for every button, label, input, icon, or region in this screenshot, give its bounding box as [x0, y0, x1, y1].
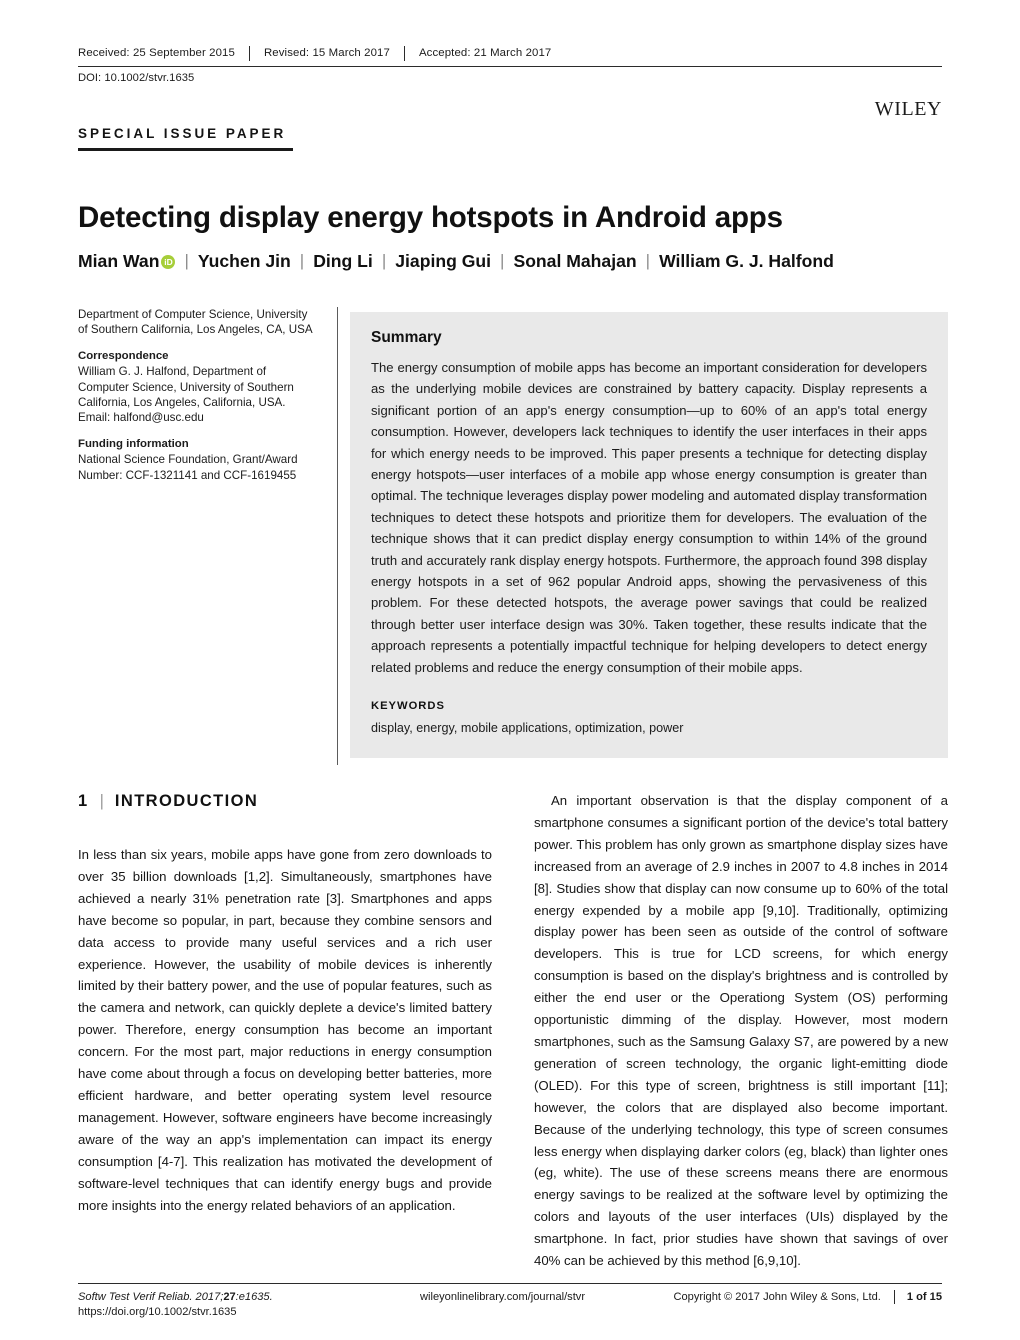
paper-page: Received: 25 September 2015 Revised: 15 …: [0, 0, 1020, 1340]
author-2: Yuchen Jin: [198, 249, 291, 273]
author-separator: |: [381, 251, 387, 270]
correspondence-label: Correspondence: [78, 349, 169, 362]
funding-label: Funding information: [78, 437, 189, 450]
intro-paragraph-right: An important observation is that the dis…: [534, 793, 948, 1269]
received-date: Received: 25 September 2015: [78, 47, 235, 59]
affiliation-text: Department of Computer Science, Universi…: [78, 308, 313, 337]
author-name-text: Jiaping Gui: [395, 251, 492, 271]
article-history-bar: Received: 25 September 2015 Revised: 15 …: [78, 46, 942, 61]
author-5: Sonal Mahajan: [513, 249, 636, 273]
footer-journal-name: Softw Test Verif Reliab. 2017;: [78, 1291, 224, 1303]
affiliation-block: Department of Computer Science, Universi…: [78, 307, 318, 338]
revised-date: Revised: 15 March 2017: [263, 47, 390, 59]
author-1: Mian Wan iD: [78, 249, 176, 273]
history-divider-2: [403, 46, 405, 61]
metadata-column: Department of Computer Science, Universi…: [78, 307, 318, 483]
footer-library-url[interactable]: wileyonlinelibrary.com/journal/stvr: [408, 1290, 650, 1305]
author-separator: |: [184, 251, 189, 270]
page-title: Detecting display energy hotspots in And…: [78, 200, 783, 234]
author-list: Mian Wan iD | Yuchen Jin | Ding Li | Jiaping Gu…: [78, 249, 958, 273]
issue-type-underline: [78, 148, 293, 151]
history-divider-1: [248, 46, 250, 61]
funding-block: Funding information National Science Fou…: [78, 437, 318, 483]
footer-page-number: 1 of 15: [906, 1291, 942, 1303]
footer-rule: [78, 1283, 942, 1284]
footer-journal-volume: 27: [223, 1291, 236, 1303]
author-4: Jiaping Gui: [395, 249, 491, 273]
funding-text: National Science Foundation, Grant/Award…: [78, 453, 298, 482]
intro-paragraph-left: In less than six years, mobile apps have…: [78, 847, 492, 1213]
footer-journal-citation: Softw Test Verif Reliab. 2017;27:e1635.: [78, 1290, 408, 1305]
author-3: Ding Li: [313, 249, 373, 273]
page-footer: Softw Test Verif Reliab. 2017;27:e1635. …: [78, 1290, 942, 1320]
section-title: INTRODUCTION: [114, 792, 259, 810]
footer-journal-article: :e1635.: [235, 1291, 273, 1303]
author-name-text: Sonal Mahajan: [513, 251, 637, 271]
doi-line: DOI: 10.1002/stvr.1635: [78, 72, 195, 84]
body-columns: 1 | INTRODUCTION In less than six years,…: [78, 790, 948, 1270]
keywords-text: display, energy, mobile applications, op…: [371, 721, 684, 736]
keywords-heading: KEYWORDS: [371, 700, 445, 713]
accepted-date: Accepted: 21 March 2017: [418, 47, 552, 59]
correspondence-block: Correspondence William G. J. Halfond, De…: [78, 349, 318, 426]
section-divider: |: [99, 792, 104, 810]
correspondence-text: William G. J. Halfond, Department of Com…: [78, 365, 294, 425]
metadata-vertical-divider: [337, 307, 339, 765]
footer-copyright: Copyright © 2017 John Wiley & Sons, Ltd.: [673, 1291, 881, 1303]
orcid-icon[interactable]: iD: [161, 255, 176, 269]
issue-type-label: SPECIAL ISSUE PAPER: [78, 126, 287, 141]
body-column-right: An important observation is that the dis…: [534, 790, 948, 1270]
author-separator: |: [645, 251, 651, 270]
section-number: 1: [78, 792, 89, 810]
section-heading-introduction: 1 | INTRODUCTION: [78, 790, 492, 812]
footer-citation-block: Softw Test Verif Reliab. 2017;27:e1635. …: [78, 1290, 408, 1320]
wiley-logo: Wiley: [874, 91, 942, 122]
footer-doi-url[interactable]: https://doi.org/10.1002/stvr.1635: [78, 1305, 408, 1320]
footer-page-divider: [893, 1290, 895, 1304]
summary-text: The energy consumption of mobile apps ha…: [371, 360, 927, 675]
author-name-text: Ding Li: [313, 251, 373, 271]
author-name-text: William G. J. Halfond: [659, 251, 834, 271]
author-name-text: Mian Wan: [78, 251, 160, 271]
author-6: William G. J. Halfond: [659, 249, 834, 273]
author-separator: |: [500, 251, 505, 270]
header-rule: [78, 66, 942, 67]
summary-box: Summary The energy consumption of mobile…: [350, 312, 948, 758]
body-column-left: 1 | INTRODUCTION In less than six years,…: [78, 790, 492, 1270]
author-name-text: Yuchen Jin: [197, 251, 291, 271]
summary-heading: Summary: [371, 329, 442, 346]
author-separator: |: [299, 251, 305, 270]
